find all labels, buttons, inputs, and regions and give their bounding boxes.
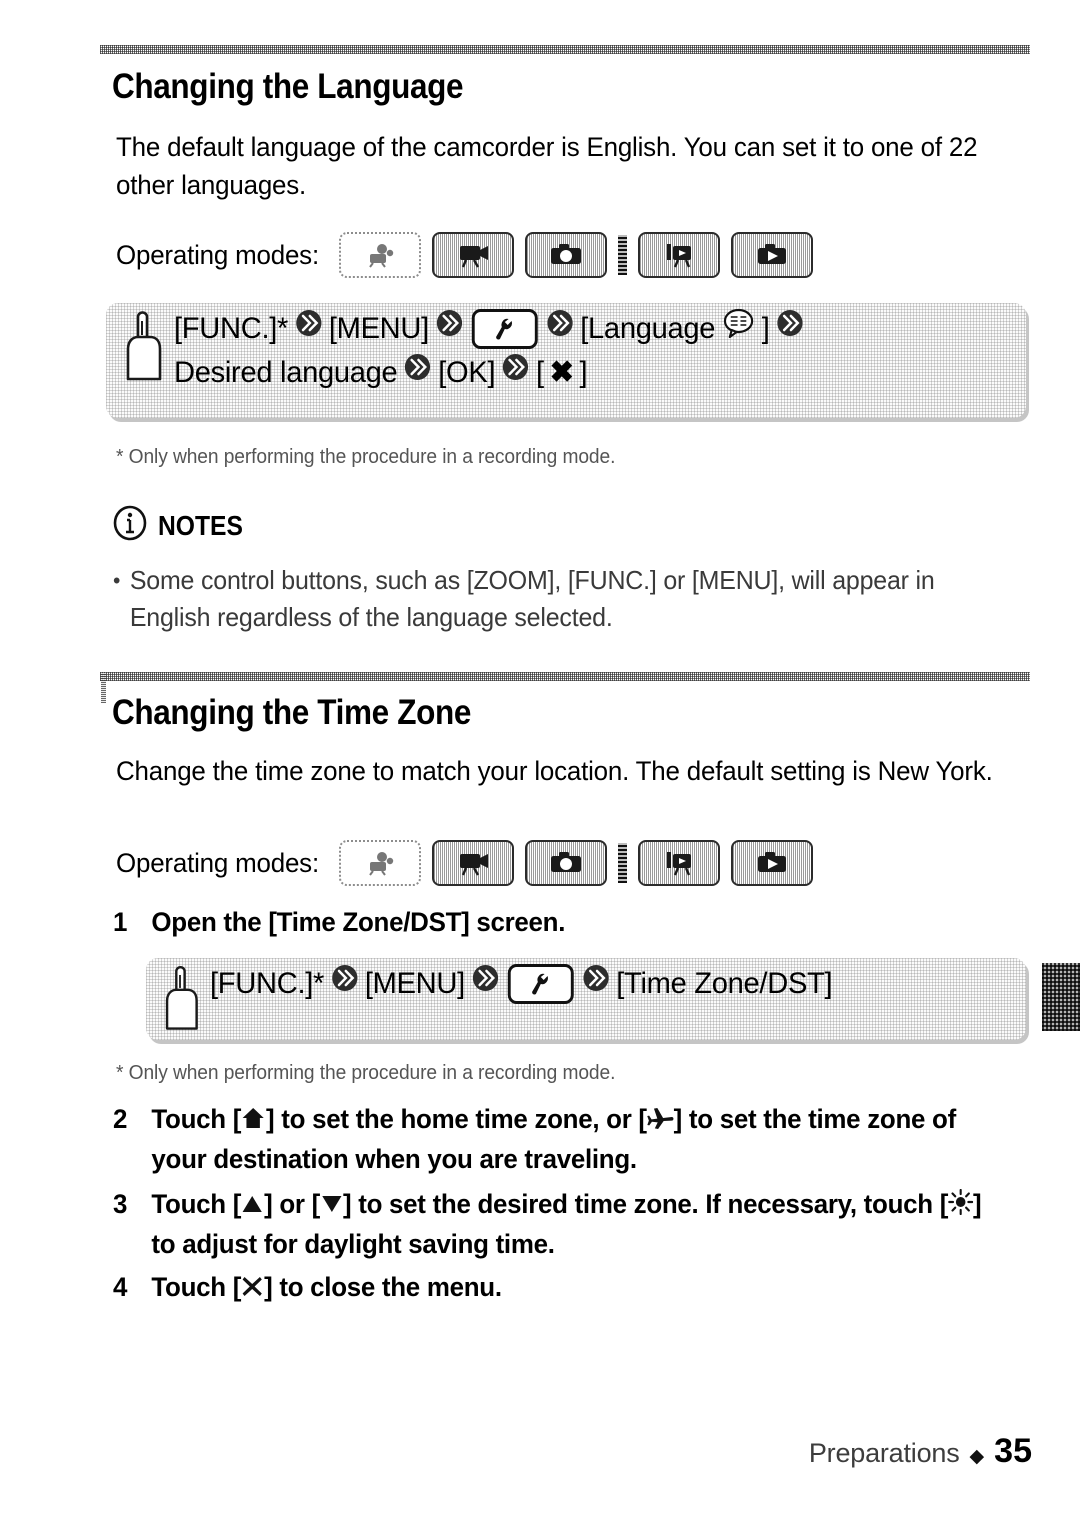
operating-modes-timezone: Operating modes: [116, 840, 824, 886]
footnote-timezone: * Only when performing the procedure in … [116, 1062, 616, 1084]
step-text-c: ] to set the desired time zone. If neces… [342, 1189, 949, 1219]
menu-button-label[interactable]: [MENU] [329, 307, 429, 351]
footer-diamond-icon: ◆ [969, 1446, 985, 1467]
double-chevron-icon [545, 307, 574, 351]
step-text-b: ] to close the menu. [264, 1272, 502, 1302]
mode-separator [618, 843, 628, 883]
menu-button-label[interactable]: [MENU] [365, 962, 465, 1006]
step-4: 4 Touch [ ] to close the menu. [113, 1268, 1006, 1308]
mode-chip-movie-playback [638, 232, 721, 278]
step-text: Open the [Time Zone/DST] screen. [151, 907, 566, 937]
double-chevron-icon [294, 307, 323, 351]
timezone-intro-paragraph: Change the time zone to match your locat… [116, 756, 993, 786]
hand-pointer-icon [116, 307, 168, 392]
mode-chip-movie-record [432, 840, 515, 886]
mode-chip-movie-record [432, 232, 515, 278]
sun-icon[interactable] [947, 1187, 974, 1225]
step-text: Touch [ ] to set the home time zone, or [… [151, 1100, 1005, 1178]
mode-chip-photo-playback [731, 232, 814, 278]
double-chevron-icon [330, 962, 359, 1006]
operating-modes-language: Operating modes: [116, 232, 824, 278]
mode-chip-photo-record [525, 840, 608, 886]
notes-text: Some control buttons, such as [ZOOM], [F… [129, 565, 935, 632]
step-text-a: Touch [ [151, 1104, 242, 1134]
down-triangle-icon[interactable] [320, 1187, 343, 1225]
hand-pointer-icon [156, 962, 204, 1041]
footer-section-label: Preparations [808, 1438, 960, 1468]
wrench-icon[interactable] [507, 964, 574, 1004]
desired-language-label[interactable]: Desired language [174, 351, 398, 395]
notes-header: NOTES [112, 505, 254, 546]
step-number: 3 [113, 1189, 128, 1219]
header-rule [100, 45, 1030, 54]
page-title-language: Changing the Language [112, 67, 464, 106]
double-chevron-icon [403, 351, 432, 395]
time-zone-dst-label[interactable]: [Time Zone/DST] [616, 962, 832, 1006]
step-text: Touch [ ] to close the menu. [151, 1268, 1005, 1308]
close-icon[interactable] [241, 1270, 264, 1308]
double-chevron-icon [471, 962, 500, 1006]
page-title-timezone: Changing the Time Zone [112, 693, 472, 732]
airplane-icon[interactable] [647, 1102, 674, 1140]
step-1: 1 Open the [Time Zone/DST] screen. [113, 903, 1006, 941]
operating-modes-label: Operating modes: [116, 239, 319, 270]
double-chevron-icon [775, 307, 804, 351]
page-number: 35 [994, 1432, 1032, 1470]
wrench-icon[interactable] [471, 309, 538, 349]
manual-page: Changing the Language The default langua… [0, 0, 1080, 1521]
operating-modes-label: Operating modes: [116, 847, 319, 878]
step-text-a: Touch [ [151, 1272, 242, 1302]
step-number: 4 [113, 1272, 128, 1302]
step-2: 2 Touch [ ] to set the home time zone, or… [113, 1100, 1006, 1178]
section-rule-timezone [100, 672, 1030, 681]
bullet-marker: • [113, 568, 121, 593]
func-button-label[interactable]: [FUNC.]* [210, 962, 324, 1006]
step-text-b: ] to set the home time zone, or [ [266, 1104, 647, 1134]
mode-chip-movie-playback [638, 840, 721, 886]
close-bracket-open: [ [536, 356, 544, 389]
procedure-line-1: [FUNC.]* [MENU] [210, 962, 833, 1006]
close-bracket-end: ] [579, 356, 588, 389]
step-number: 2 [113, 1104, 128, 1134]
notes-title: NOTES [158, 509, 243, 541]
mode-chip-photo-record [525, 232, 608, 278]
func-button-label[interactable]: [FUNC.]* [174, 307, 288, 351]
close-icon[interactable]: ✖ [550, 351, 574, 395]
procedure-steps-language: [FUNC.]* [MENU] [Language] Desired lang… [174, 303, 804, 395]
mode-chip-dual-shot [339, 840, 422, 886]
procedure-steps-timezone: [FUNC.]* [MENU] [Time Zone/DST] [210, 958, 833, 1006]
section-rule-tick [101, 673, 106, 703]
home-icon[interactable] [241, 1102, 266, 1140]
info-icon [112, 505, 148, 546]
mode-chip-dual-shot [339, 232, 422, 278]
ok-button-label[interactable]: [OK] [438, 351, 495, 395]
step-text-a: Touch [ [151, 1189, 242, 1219]
double-chevron-icon [435, 307, 464, 351]
page-edge-tab [1042, 963, 1080, 1031]
speech-bubble-icon [723, 307, 754, 351]
language-intro-paragraph: The default language of the camcorder is… [116, 132, 978, 200]
up-triangle-icon[interactable] [241, 1187, 264, 1225]
double-chevron-icon [581, 962, 610, 1006]
step-text: Touch [ ] or [ ] to set the desired time z… [151, 1185, 1005, 1263]
mode-chip-photo-playback [731, 840, 814, 886]
step-text-b: ] or [ [264, 1189, 320, 1219]
footnote-language: * Only when performing the procedure in … [116, 446, 616, 468]
mode-separator [618, 235, 628, 275]
step-number: 1 [113, 907, 128, 937]
step-3: 3 Touch [ ] or [ ] to set the desired time… [113, 1185, 1006, 1263]
double-chevron-icon [501, 351, 530, 395]
language-menu-bracket: ] [761, 312, 770, 345]
procedure-box-language: [FUNC.]* [MENU] [Language] Desired lang… [106, 303, 1026, 418]
procedure-line-2: Desired language [OK] [ ✖ ] [174, 351, 804, 395]
notes-body: • Some control buttons, such as [ZOOM], … [113, 562, 1001, 636]
procedure-box-timezone: [FUNC.]* [MENU] [Time Zone/DST] [146, 958, 1026, 1040]
procedure-line-1: [FUNC.]* [MENU] [174, 307, 804, 351]
language-menu-label[interactable]: [Language [580, 307, 715, 351]
page-footer: Preparations ◆ 35 [809, 1432, 1032, 1471]
